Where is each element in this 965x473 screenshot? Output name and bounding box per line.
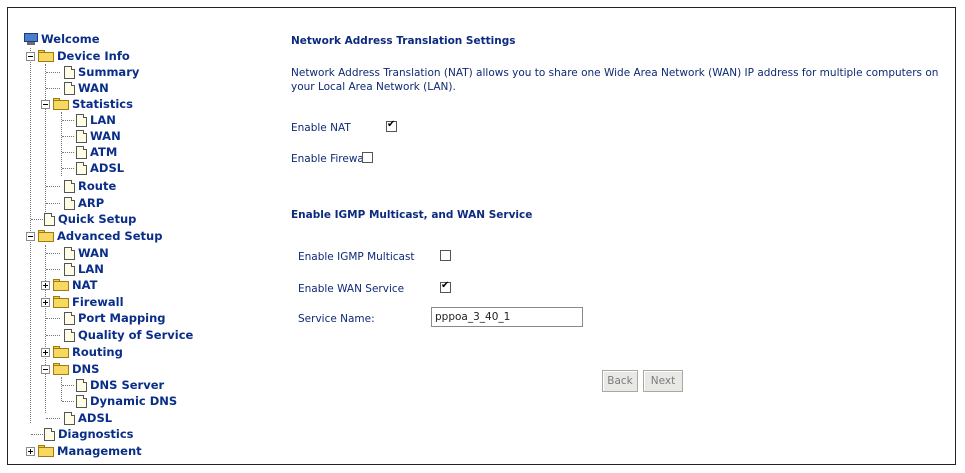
igmp-multicast-label: Enable IGMP Multicast	[298, 251, 415, 263]
igmp-multicast-checkbox[interactable]	[440, 250, 451, 261]
main-content: Network Address Translation Settings Net…	[0, 0, 965, 473]
service-name-input[interactable]	[431, 307, 583, 327]
back-button[interactable]: Back	[602, 370, 638, 392]
enable-nat-label: Enable NAT	[291, 122, 351, 134]
enable-firewall-label: Enable Firewall	[291, 153, 370, 165]
nat-section-title: Network Address Translation Settings	[291, 35, 516, 47]
wan-service-checkbox[interactable]	[440, 280, 451, 293]
service-name-label: Service Name:	[298, 313, 375, 325]
wan-service-label: Enable WAN Service	[298, 283, 405, 295]
igmp-section-title: Enable IGMP Multicast, and WAN Service	[291, 209, 533, 221]
enable-firewall-checkbox[interactable]	[362, 152, 373, 163]
enable-nat-checkbox[interactable]	[386, 119, 397, 132]
next-button[interactable]: Next	[643, 370, 683, 392]
nat-description: Network Address Translation (NAT) allows…	[291, 67, 939, 93]
